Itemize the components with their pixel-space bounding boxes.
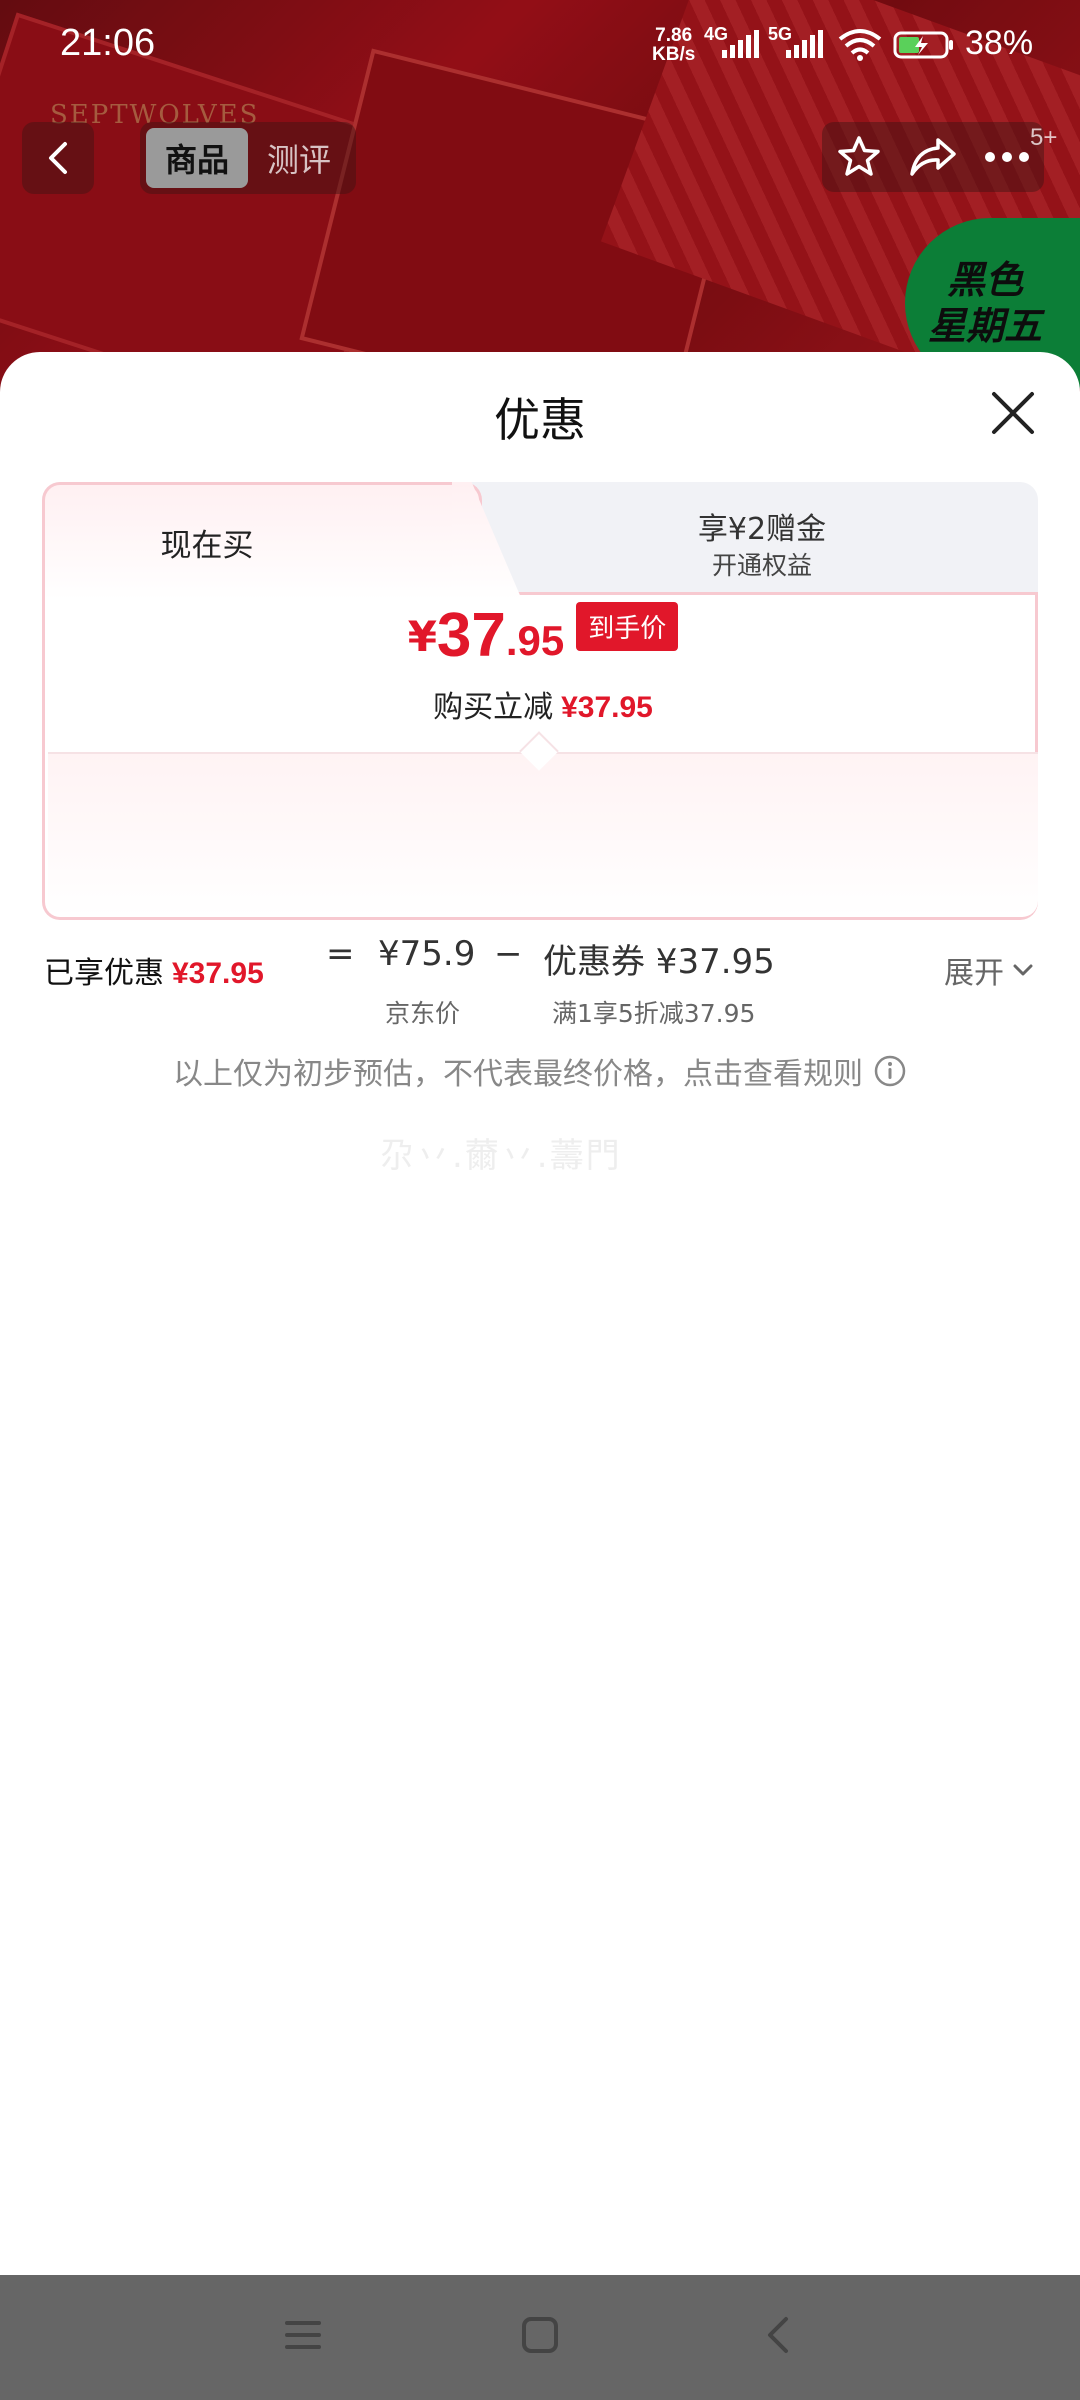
tab-review[interactable]: 测评 (248, 128, 350, 188)
system-nav-bar (0, 2275, 1080, 2400)
price-breakdown: = ¥75.9 京东价 − 优惠券 ¥37.95 满1享5折减37.95 (48, 752, 1038, 1028)
back-icon[interactable] (758, 2315, 798, 2355)
final-price: ¥ 37 .95 到手价 (45, 602, 1041, 669)
coupon-amount: 优惠券 ¥37.95 (543, 942, 775, 982)
equals-sign: = (326, 934, 355, 974)
status-bar: 21:06 7.86 KB/s 4G 5G 38% (0, 0, 1080, 90)
tab-membership-title[interactable]: 享¥2赠金 (562, 504, 962, 548)
final-price-integer: 37 (436, 601, 506, 670)
back-button[interactable] (22, 122, 94, 194)
top-actions (822, 122, 1044, 192)
tab-membership-sub[interactable]: 开通权益 (562, 546, 962, 582)
chevron-down-icon (1013, 964, 1033, 976)
enjoyed-discount: 已享优惠 ¥37.95 (44, 948, 264, 992)
instant-discount-value: ¥37.95 (561, 691, 653, 724)
back-arrow-icon (49, 142, 67, 174)
close-icon[interactable] (988, 388, 1038, 438)
sheet-title: 优惠 (494, 393, 586, 447)
discount-sheet: 优惠 ¥ 37 .95 到手价 购买立减 ¥37.95 = ¥75.9 京东价 −… (0, 352, 1080, 2275)
coupon-label: 满1享5折减37.95 (552, 999, 756, 1028)
tab-buy-now-label: 现在买 (160, 528, 254, 564)
top-tabs: 商品 测评 (140, 122, 356, 194)
price-card-body: ¥ 37 .95 到手价 购买立减 ¥37.95 = ¥75.9 京东价 − 优惠… (42, 592, 1041, 1028)
disclaimer-text: 以上仅为初步预估，不代表最终价格，点击查看规则 (173, 1057, 863, 1092)
wifi-icon (838, 29, 882, 61)
user-watermark: 尕丷.薾丷.薵門 (380, 1136, 622, 1176)
minus-sign: − (494, 934, 523, 974)
battery-icon (893, 31, 953, 59)
home-icon[interactable] (520, 2315, 560, 2355)
share-icon[interactable] (908, 134, 958, 180)
expand-button[interactable]: 展开 (944, 948, 1034, 992)
expand-label: 展开 (944, 956, 1004, 991)
message-badge: 5+ (1030, 124, 1058, 151)
star-icon[interactable] (835, 133, 883, 181)
price-disclaimer[interactable]: 以上仅为初步预估，不代表最终价格，点击查看规则 (0, 1049, 1080, 1093)
final-price-decimal: .95 (505, 617, 565, 664)
status-time: 21:06 (60, 22, 156, 64)
signal-icon-2 (786, 30, 823, 58)
price-card: ¥ 37 .95 到手价 购买立减 ¥37.95 = ¥75.9 京东价 − 优惠… (42, 482, 1041, 1028)
enjoyed-discount-label: 已享优惠 (44, 956, 164, 991)
signal-icon (722, 30, 759, 58)
final-price-tag: 到手价 (576, 602, 679, 651)
card-divider (482, 592, 1038, 595)
network-speed: 7.86 KB/s (652, 26, 695, 64)
jd-price-label: 京东价 (385, 999, 461, 1028)
jd-price: ¥75.9 (378, 934, 476, 974)
battery-percent: 38% (965, 24, 1034, 62)
instant-discount: 购买立减 ¥37.95 (45, 682, 1041, 726)
more-icon[interactable] (983, 150, 1031, 164)
instant-discount-label: 购买立减 (433, 690, 554, 725)
network-speed-unit: KB/s (652, 44, 696, 65)
enjoyed-discount-value: ¥37.95 (172, 957, 264, 990)
info-icon (874, 1055, 906, 1087)
network-speed-value: 7.86 (655, 25, 693, 46)
tab-product[interactable]: 商品 (146, 128, 248, 188)
menu-icon[interactable] (283, 2315, 323, 2355)
final-price-currency: ¥ (407, 612, 437, 661)
